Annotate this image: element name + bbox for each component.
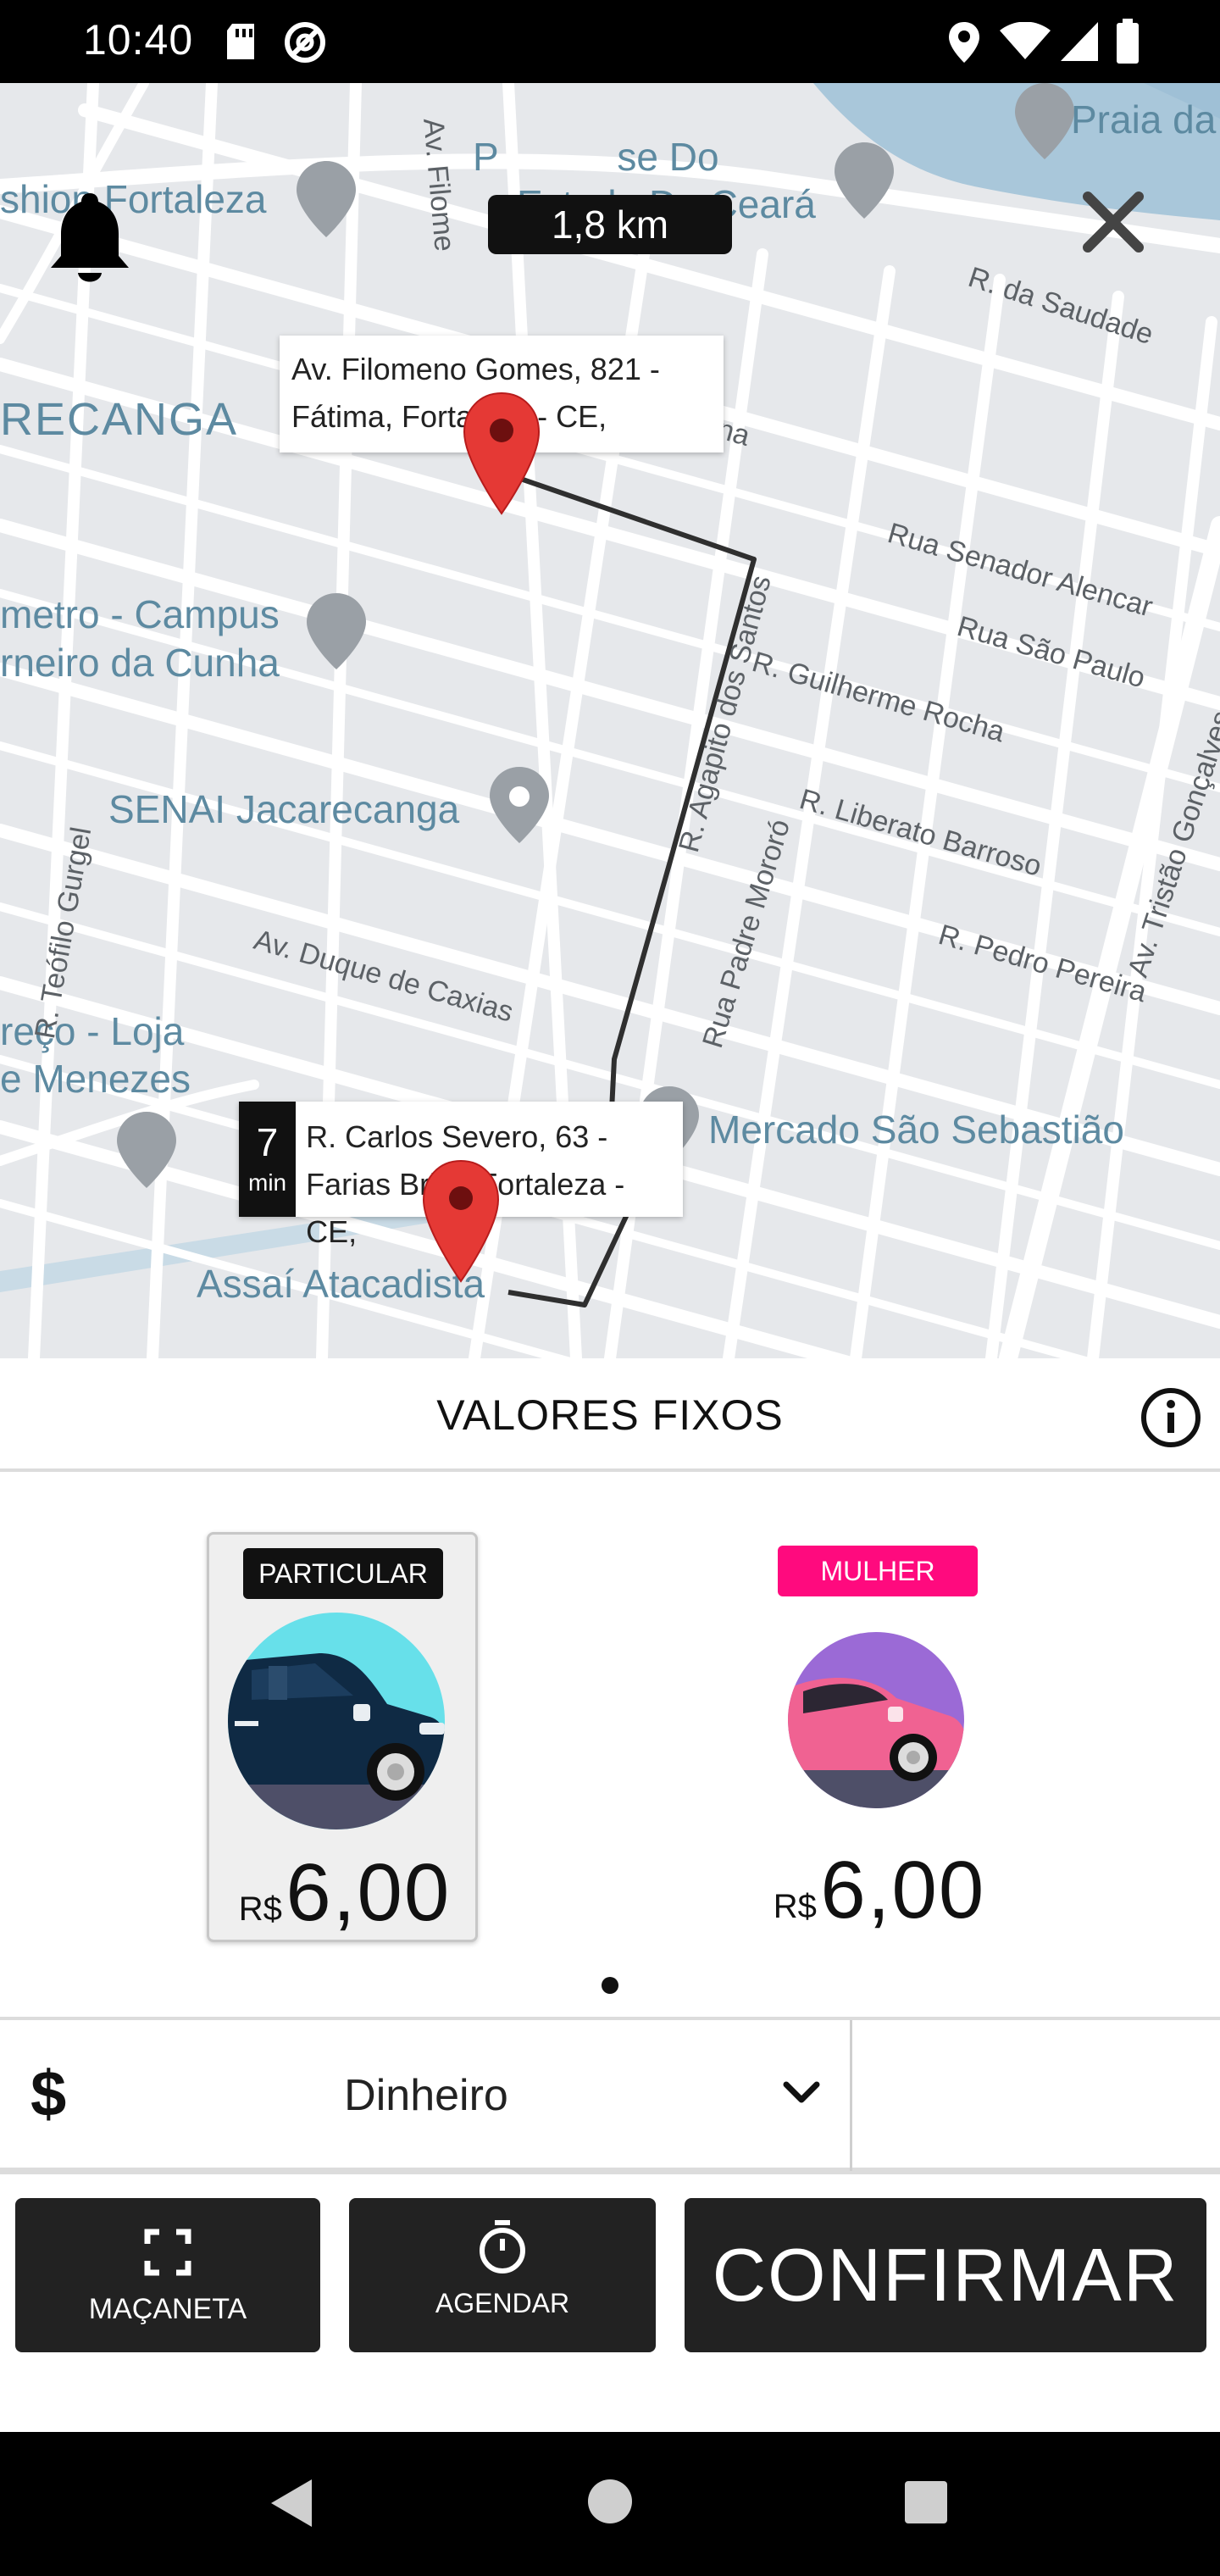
price-currency: R$ <box>238 1890 282 1928</box>
at-sign-icon <box>285 22 325 63</box>
system-nav-bar <box>0 2432 1220 2576</box>
car-avatar-icon <box>788 1632 964 1808</box>
category-price: R$ 6,00 <box>209 1846 480 1940</box>
payment-row: $ Dinheiro <box>0 2017 1220 2174</box>
expand-icon <box>144 2229 191 2276</box>
route-distance-badge: 1,8 km <box>488 195 732 254</box>
macaneta-button[interactable]: MAÇANETA <box>15 2198 320 2352</box>
route-map[interactable]: shion Fortaleza Estado Do Ceará P se Do … <box>0 83 1220 1358</box>
battery-icon <box>1117 19 1139 64</box>
info-icon[interactable] <box>1140 1387 1201 1448</box>
payment-method-select[interactable]: $ Dinheiro <box>0 2020 852 2171</box>
price-value: 6,00 <box>820 1845 986 1935</box>
map-place-label: shion Fortaleza <box>0 177 267 221</box>
map-place-label: metro - Campus <box>0 592 280 636</box>
signal-icon <box>1061 22 1098 61</box>
eta-value: 7 <box>256 1120 279 1164</box>
map-place-label: Praia da <box>1071 97 1217 142</box>
origin-pin-icon <box>463 391 541 515</box>
confirm-label: CONFIRMAR <box>712 2233 1179 2317</box>
car-avatar-icon <box>228 1613 445 1829</box>
payment-method-value: Dinheiro <box>344 2071 508 2120</box>
category-card-mulher[interactable]: MULHER R$ 6,00 <box>744 1532 1015 1942</box>
agendar-button[interactable]: AGENDAR <box>349 2198 656 2352</box>
stopwatch-icon <box>480 2220 525 2273</box>
map-place-label: Mercado São Sebastião <box>708 1108 1124 1152</box>
nav-home-icon[interactable] <box>586 2478 634 2525</box>
carousel-page-indicator <box>602 1977 618 1994</box>
macaneta-label: MAÇANETA <box>88 2293 247 2325</box>
sd-card-icon <box>227 24 254 59</box>
eta-badge: 7 min <box>239 1102 297 1217</box>
map-place-label: P se Do <box>473 135 719 179</box>
price-currency: R$ <box>773 1888 817 1925</box>
fixed-values-title: VALORES FIXOS <box>436 1391 784 1439</box>
eta-unit: min <box>248 1169 287 1196</box>
map-place-label: rneiro da Cunha <box>0 641 280 685</box>
map-place-label: SENAI Jacarecanga <box>108 787 460 831</box>
status-time: 10:40 <box>83 16 194 64</box>
category-badge: MULHER <box>778 1546 978 1596</box>
category-badge: PARTICULAR <box>243 1548 443 1599</box>
chevron-down-icon <box>783 2081 820 2103</box>
price-value: 6,00 <box>286 1847 452 1938</box>
map-place-label: RECANGA <box>0 394 239 445</box>
map-place-label: e Menezes <box>0 1057 191 1101</box>
wifi-icon <box>1000 22 1051 59</box>
nav-back-icon[interactable] <box>268 2476 315 2530</box>
category-card-particular[interactable]: PARTICULAR R$ 6,00 <box>207 1532 478 1942</box>
fixed-values-header: VALORES FIXOS <box>0 1358 1220 1472</box>
destination-pin-icon <box>422 1159 500 1283</box>
status-bar: 10:40 <box>0 0 1220 83</box>
close-icon[interactable] <box>1081 190 1145 254</box>
agendar-label: AGENDAR <box>435 2288 570 2318</box>
notifications-bell-icon[interactable] <box>47 190 132 290</box>
category-price: R$ 6,00 <box>744 1844 1015 1937</box>
map-place-label: reço - Loja <box>0 1009 185 1053</box>
location-icon <box>949 22 979 63</box>
nav-recents-icon[interactable] <box>903 2479 949 2525</box>
confirm-button[interactable]: CONFIRMAR <box>685 2198 1206 2352</box>
